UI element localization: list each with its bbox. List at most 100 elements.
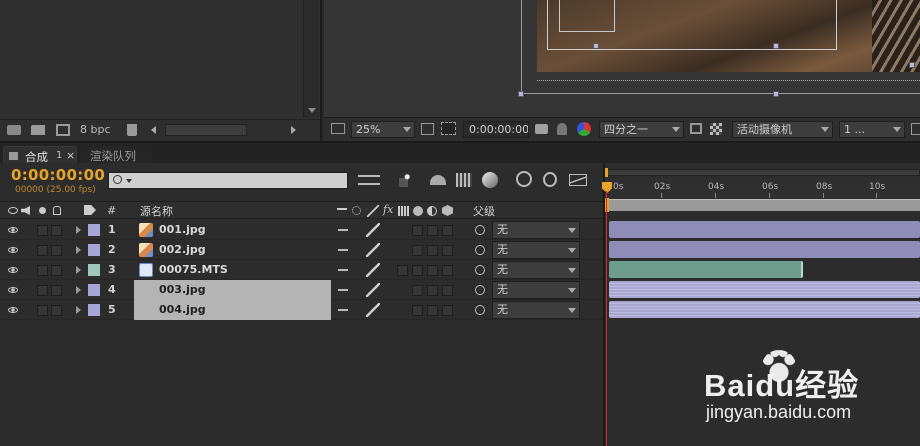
motion-blur-switch[interactable] bbox=[427, 305, 438, 316]
solo-header-icon[interactable] bbox=[39, 207, 46, 214]
3d-layer-switch[interactable] bbox=[442, 245, 453, 256]
layer-label-color[interactable] bbox=[88, 304, 100, 316]
tab-close-icon[interactable]: × bbox=[66, 149, 75, 162]
playhead-line[interactable] bbox=[606, 191, 607, 446]
layer-row[interactable]: 1 001.jpg 无 bbox=[0, 220, 603, 240]
column-source-name[interactable]: 源名称 bbox=[140, 203, 173, 219]
graph-editor-icon[interactable] bbox=[569, 174, 587, 186]
parent-pickwhip-icon[interactable] bbox=[475, 245, 485, 255]
3d-layer-switch[interactable] bbox=[442, 305, 453, 316]
camera-view-dropdown[interactable]: 活动摄像机 bbox=[732, 121, 833, 138]
shy-switch-icon[interactable] bbox=[338, 229, 348, 232]
audio-header-icon[interactable] bbox=[21, 206, 30, 215]
3d-layer-switch[interactable] bbox=[442, 225, 453, 236]
frame-blend-switch-header-icon[interactable] bbox=[398, 206, 409, 216]
transparency-grid-icon[interactable] bbox=[710, 123, 722, 135]
bpc-label[interactable]: 8 bpc bbox=[80, 123, 111, 136]
layer-search-input[interactable] bbox=[108, 172, 348, 189]
parent-pickwhip-icon[interactable] bbox=[475, 225, 485, 235]
lock-switch[interactable] bbox=[51, 285, 62, 296]
video-visibility-header-icon[interactable] bbox=[8, 207, 18, 214]
layer-row[interactable]: 4 003.jpg 无 bbox=[0, 280, 603, 300]
snapshot-camera-icon[interactable] bbox=[535, 124, 548, 134]
parent-dropdown[interactable]: 无 bbox=[492, 281, 580, 299]
expand-triangle-icon[interactable] bbox=[76, 286, 81, 294]
zoom-dropdown[interactable]: 25% bbox=[351, 121, 415, 138]
frame-blend-switch[interactable] bbox=[412, 285, 423, 296]
horizontal-scrollbar[interactable] bbox=[165, 124, 247, 136]
always-preview-icon[interactable] bbox=[331, 123, 345, 134]
parent-dropdown[interactable]: 无 bbox=[492, 221, 580, 239]
solo-switch[interactable] bbox=[37, 305, 48, 316]
layer-name-cell[interactable]: 001.jpg bbox=[134, 220, 331, 240]
layer-duration-bar[interactable] bbox=[609, 261, 803, 278]
3d-layer-switch[interactable] bbox=[442, 265, 453, 276]
expand-triangle-icon[interactable] bbox=[76, 306, 81, 314]
shy-switch-icon[interactable] bbox=[338, 289, 348, 292]
effects-switch[interactable] bbox=[397, 265, 408, 276]
frame-blend-switch[interactable] bbox=[412, 305, 423, 316]
hide-shy-layers-icon[interactable] bbox=[430, 175, 446, 185]
eye-visibility-icon[interactable] bbox=[8, 287, 18, 293]
quality-switch-icon[interactable] bbox=[366, 303, 380, 317]
adjustment-switch-header-icon[interactable] bbox=[427, 206, 437, 216]
comp-mini-flowchart-icon[interactable] bbox=[358, 175, 380, 185]
column-parent[interactable]: 父级 bbox=[473, 203, 495, 219]
expand-triangle-icon[interactable] bbox=[76, 226, 81, 234]
project-scrollbar[interactable] bbox=[303, 0, 319, 118]
region-of-interest-icon[interactable] bbox=[690, 123, 702, 134]
3d-layer-switch-header-icon[interactable] bbox=[442, 205, 453, 216]
work-area-bar[interactable] bbox=[605, 199, 920, 211]
collapse-switch-header-icon[interactable] bbox=[352, 206, 361, 215]
quality-switch-icon[interactable] bbox=[366, 263, 380, 277]
layer-duration-bar[interactable] bbox=[609, 301, 920, 318]
resolution-dropdown[interactable]: 四分之一 bbox=[599, 121, 684, 138]
lock-switch[interactable] bbox=[51, 305, 62, 316]
layer-duration-bar[interactable] bbox=[609, 221, 920, 238]
layer-label-color[interactable] bbox=[88, 224, 100, 236]
new-folder-icon[interactable] bbox=[31, 125, 45, 135]
solo-switch[interactable] bbox=[37, 225, 48, 236]
motion-blur-switch[interactable] bbox=[427, 285, 438, 296]
parent-dropdown[interactable]: 无 bbox=[492, 301, 580, 319]
shy-switch-icon[interactable] bbox=[338, 269, 348, 272]
shy-switch-header-icon[interactable] bbox=[337, 208, 347, 213]
viewer-canvas[interactable] bbox=[324, 0, 920, 117]
solo-switch[interactable] bbox=[37, 265, 48, 276]
brainstorm-icon[interactable] bbox=[516, 171, 532, 187]
layer-row[interactable]: 2 002.jpg 无 bbox=[0, 240, 603, 260]
lock-switch[interactable] bbox=[51, 245, 62, 256]
frame-blend-switch[interactable] bbox=[412, 245, 423, 256]
auto-keyframe-icon[interactable] bbox=[543, 172, 557, 187]
quality-switch-icon[interactable] bbox=[366, 223, 380, 237]
lock-switch[interactable] bbox=[51, 225, 62, 236]
3d-layer-switch[interactable] bbox=[442, 285, 453, 296]
parent-pickwhip-icon[interactable] bbox=[475, 285, 485, 295]
layer-label-color[interactable] bbox=[88, 244, 100, 256]
solo-switch[interactable] bbox=[37, 245, 48, 256]
parent-dropdown[interactable]: 无 bbox=[492, 261, 580, 279]
parent-dropdown[interactable]: 无 bbox=[492, 241, 580, 259]
motion-blur-switch-header-icon[interactable] bbox=[413, 206, 423, 216]
layer-row[interactable]: 5 004.jpg 无 bbox=[0, 300, 603, 320]
trash-icon[interactable] bbox=[127, 124, 137, 136]
effects-switch-header-icon[interactable]: fx bbox=[383, 203, 393, 216]
shy-switch-icon[interactable] bbox=[338, 309, 348, 312]
layer-duration-bar[interactable] bbox=[609, 281, 920, 298]
transform-handle[interactable] bbox=[593, 43, 599, 49]
transform-handle[interactable] bbox=[518, 91, 524, 97]
expand-triangle-icon[interactable] bbox=[76, 246, 81, 254]
eye-visibility-icon[interactable] bbox=[8, 227, 18, 233]
channel-rgb-icon[interactable] bbox=[577, 122, 591, 136]
eye-visibility-icon[interactable] bbox=[8, 307, 18, 313]
show-snapshot-icon[interactable] bbox=[557, 123, 567, 135]
motion-blur-switch[interactable] bbox=[427, 245, 438, 256]
scroll-right-arrow-icon[interactable] bbox=[291, 126, 296, 134]
frame-blend-switch[interactable] bbox=[412, 265, 423, 276]
quality-switch-header-icon[interactable] bbox=[367, 205, 379, 217]
frame-blending-icon[interactable] bbox=[456, 173, 472, 187]
scroll-down-arrow-icon[interactable] bbox=[308, 108, 316, 113]
motion-blur-icon[interactable] bbox=[482, 172, 498, 188]
grid-guide-icon[interactable] bbox=[421, 123, 434, 135]
eye-visibility-icon[interactable] bbox=[8, 247, 18, 253]
